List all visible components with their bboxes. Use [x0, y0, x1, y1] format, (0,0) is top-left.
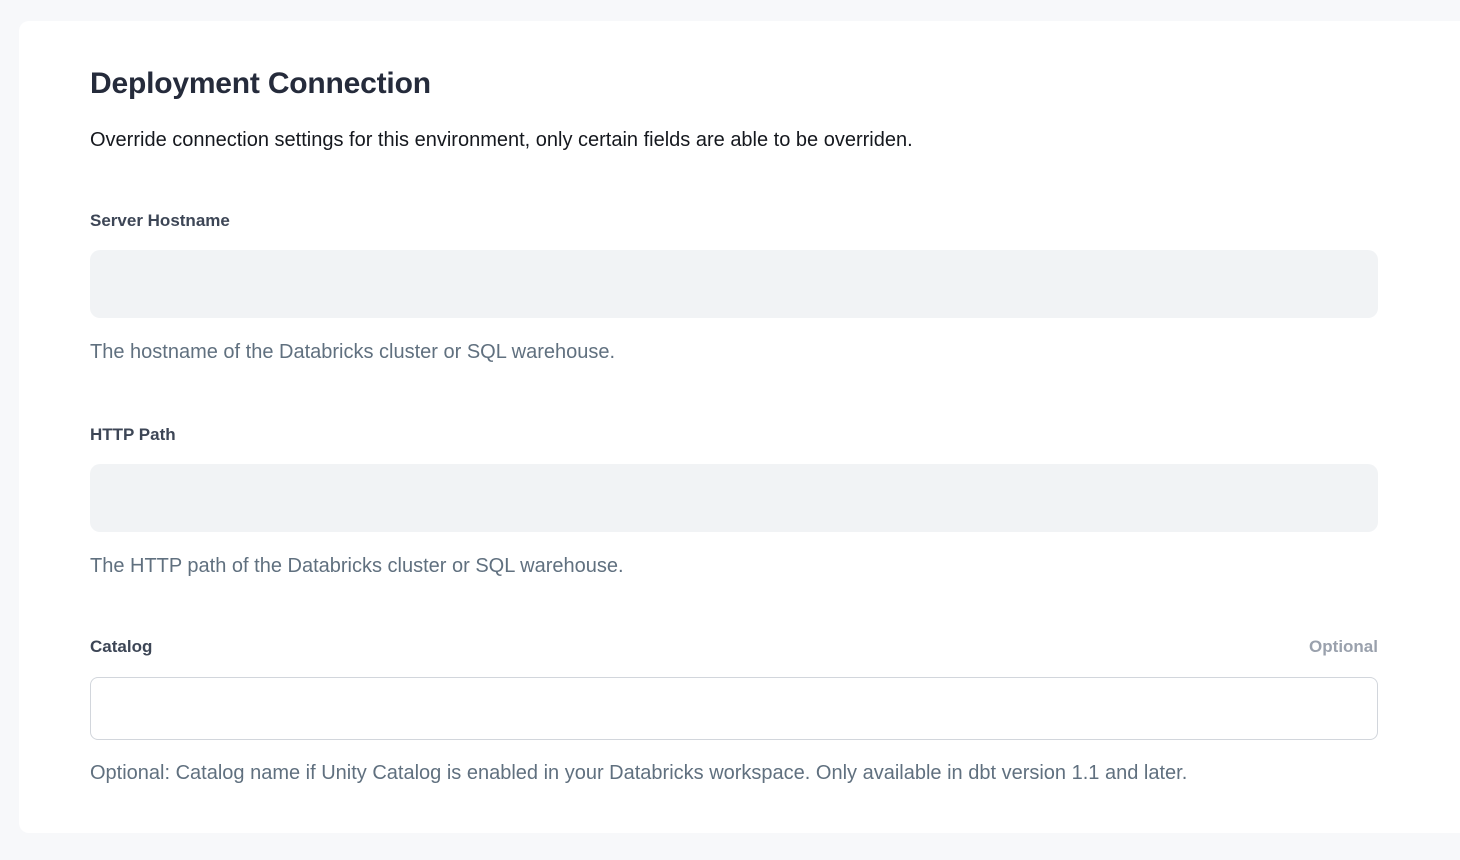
catalog-optional-badge: Optional — [1309, 636, 1378, 658]
server-hostname-field-group: Server Hostname The hostname of the Data… — [90, 210, 1378, 365]
http-path-input[interactable] — [90, 464, 1378, 532]
http-path-helper-text: The HTTP path of the Databricks cluster … — [90, 554, 1378, 579]
page-subtitle: Override connection settings for this en… — [90, 127, 1378, 154]
catalog-label: Catalog — [90, 636, 152, 658]
server-hostname-input[interactable] — [90, 250, 1378, 318]
deployment-connection-form: Deployment Connection Override connectio… — [90, 21, 1378, 786]
catalog-field-group: Catalog Optional Optional: Catalog name … — [90, 636, 1378, 786]
catalog-input[interactable] — [90, 677, 1378, 740]
page-title: Deployment Connection — [90, 65, 1378, 103]
deployment-connection-card: Deployment Connection Override connectio… — [19, 21, 1460, 833]
server-hostname-helper-text: The hostname of the Databricks cluster o… — [90, 340, 1378, 365]
http-path-label: HTTP Path — [90, 424, 176, 446]
server-hostname-label: Server Hostname — [90, 210, 230, 232]
http-path-field-group: HTTP Path The HTTP path of the Databrick… — [90, 424, 1378, 579]
catalog-helper-text: Optional: Catalog name if Unity Catalog … — [90, 761, 1378, 786]
